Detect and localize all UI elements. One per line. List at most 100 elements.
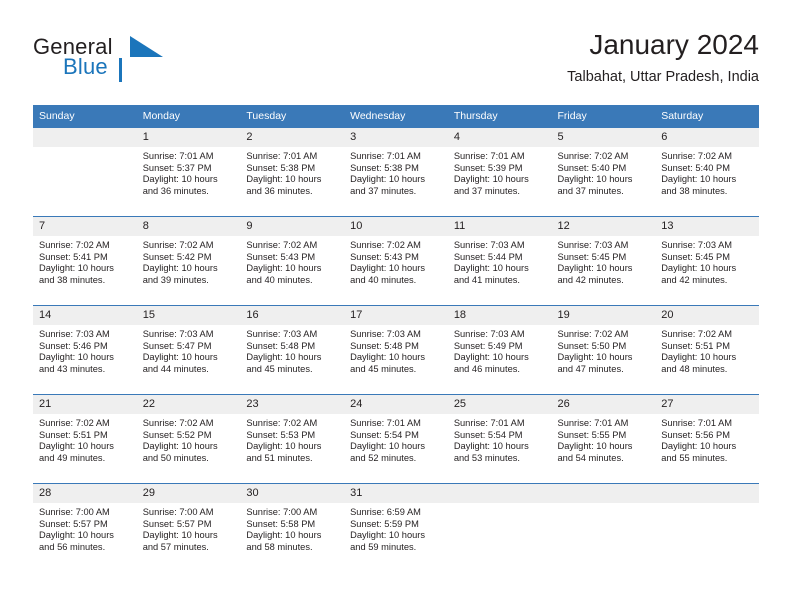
day-info-sunset: Sunset: 5:47 PM [142,340,212,351]
title-block: January 2024 Talbahat, Uttar Pradesh, In… [567,28,759,87]
day-cell-inner: 23 Sunrise: 7:02 AM Sunset: 5:53 PM Dayligh… [240,395,345,483]
day-info-daylight1: Daylight: 10 hours [661,441,737,452]
day-info-sunrise: Sunrise: 7:02 AM [246,418,318,428]
day-number: 5 [551,128,656,147]
day-cell-inner: 21 Sunrise: 7:02 AM Sunset: 5:51 PM Dayligh… [33,395,137,483]
day-info-daylight2: and 45 minutes. [246,363,313,374]
day-info-sunset: Sunset: 5:54 PM [350,429,419,440]
day-info-daylight2: and 43 minutes. [39,363,106,374]
day-info-sunset: Sunset: 5:42 PM [142,251,212,262]
day-info-sunset: Sunset: 5:58 PM [246,518,316,529]
day-info-daylight2: and 54 minutes. [557,452,624,463]
day-info-daylight2: and 53 minutes. [453,452,520,463]
calendar-day-cell[interactable]: 15 Sunrise: 7:03 AM Sunset: 5:47 PM Dayligh… [136,305,241,395]
day-cell-inner: 28 Sunrise: 7:00 AM Sunset: 5:57 PM Dayligh… [33,484,137,572]
day-info-daylight1: Daylight: 10 hours [661,263,737,274]
day-cell-inner: 15 Sunrise: 7:03 AM Sunset: 5:47 PM Dayligh… [136,306,241,394]
calendar-day-cell[interactable]: 1 Sunrise: 7:01 AM Sunset: 5:37 PM Daylight… [136,127,241,217]
day-sun-info: Sunrise: 7:02 AM Sunset: 5:52 PM Daylight:… [137,414,241,464]
day-sun-info: Sunrise: 6:59 AM Sunset: 5:59 PM Daylight:… [344,503,448,553]
day-number: 7 [33,217,137,236]
day-info-daylight2: and 42 minutes. [661,274,728,285]
day-sun-info: Sunrise: 7:02 AM Sunset: 5:53 PM Daylight:… [240,414,344,464]
day-info-daylight1: Daylight: 10 hours [246,530,322,541]
day-info-daylight2: and 59 minutes. [350,541,417,552]
calendar-day-cell[interactable]: 21 Sunrise: 7:02 AM Sunset: 5:51 PM Dayligh… [33,394,137,484]
calendar-day-cell[interactable]: 17 Sunrise: 7:03 AM Sunset: 5:48 PM Dayligh… [344,305,448,395]
day-info-daylight1: Daylight: 10 hours [246,441,322,452]
day-sun-info: Sunrise: 7:03 AM Sunset: 5:47 PM Daylight:… [137,325,241,375]
day-number: 2 [240,128,345,147]
calendar-day-cell[interactable]: 7 Sunrise: 7:02 AM Sunset: 5:41 PM Daylight… [33,216,137,306]
day-sun-info: Sunrise: 7:02 AM Sunset: 5:43 PM Daylight:… [344,236,448,286]
weekday-header-friday: Friday [551,105,656,128]
day-info-daylight1: Daylight: 10 hours [453,441,529,452]
day-info-sunset: Sunset: 5:55 PM [557,429,627,440]
calendar-day-cell[interactable]: 31 Sunrise: 6:59 AM Sunset: 5:59 PM Dayligh… [344,483,448,572]
day-number: 9 [240,217,345,236]
calendar-day-cell[interactable]: 20 Sunrise: 7:02 AM Sunset: 5:51 PM Dayligh… [655,305,759,395]
calendar-day-cell[interactable]: 13 Sunrise: 7:03 AM Sunset: 5:45 PM Dayligh… [655,216,759,306]
day-info-sunrise: Sunrise: 7:01 AM [350,151,421,161]
day-info-daylight2: and 40 minutes. [246,274,313,285]
calendar-day-cell[interactable]: 22 Sunrise: 7:02 AM Sunset: 5:52 PM Dayligh… [136,394,241,484]
calendar-day-cell[interactable]: 18 Sunrise: 7:03 AM Sunset: 5:49 PM Dayligh… [447,305,552,395]
day-number: 4 [447,128,552,147]
day-info-daylight2: and 36 minutes. [142,185,209,196]
calendar-day-cell[interactable]: 12 Sunrise: 7:03 AM Sunset: 5:45 PM Dayligh… [551,216,656,306]
calendar-day-cell[interactable]: 5 Sunrise: 7:02 AM Sunset: 5:40 PM Daylight… [551,127,656,217]
day-info-sunrise: Sunrise: 7:01 AM [246,151,318,161]
calendar-day-cell[interactable]: 8 Sunrise: 7:02 AM Sunset: 5:42 PM Daylight… [136,216,241,306]
day-info-daylight1: Daylight: 10 hours [453,263,529,274]
day-cell-inner: 14 Sunrise: 7:03 AM Sunset: 5:46 PM Dayligh… [33,306,137,394]
calendar-day-cell[interactable]: 11 Sunrise: 7:03 AM Sunset: 5:44 PM Dayligh… [447,216,552,306]
day-info-sunrise: Sunrise: 7:01 AM [142,151,214,161]
day-info-sunset: Sunset: 5:59 PM [350,518,419,529]
calendar-day-cell[interactable]: 2 Sunrise: 7:01 AM Sunset: 5:38 PM Daylight… [240,127,345,217]
calendar-day-cell[interactable]: 25 Sunrise: 7:01 AM Sunset: 5:54 PM Dayligh… [447,394,552,484]
calendar-day-cell[interactable]: 24 Sunrise: 7:01 AM Sunset: 5:54 PM Dayligh… [344,394,448,484]
day-number: 11 [447,217,552,236]
day-number: 23 [240,395,345,414]
day-info-sunrise: Sunrise: 7:02 AM [142,418,214,428]
calendar-day-cell[interactable]: 10 Sunrise: 7:02 AM Sunset: 5:43 PM Dayligh… [344,216,448,306]
calendar-day-cell[interactable]: 19 Sunrise: 7:02 AM Sunset: 5:50 PM Dayligh… [551,305,656,395]
calendar-day-cell[interactable]: 9 Sunrise: 7:02 AM Sunset: 5:43 PM Daylight… [240,216,345,306]
day-cell-inner: 30 Sunrise: 7:00 AM Sunset: 5:58 PM Dayligh… [240,484,345,572]
day-number: 8 [136,217,241,236]
calendar-day-cell[interactable]: 26 Sunrise: 7:01 AM Sunset: 5:55 PM Dayligh… [551,394,656,484]
day-sun-info: Sunrise: 7:02 AM Sunset: 5:41 PM Daylight:… [33,236,137,286]
day-info-sunrise: Sunrise: 7:03 AM [350,329,421,339]
calendar-day-cell[interactable]: 16 Sunrise: 7:03 AM Sunset: 5:48 PM Dayligh… [240,305,345,395]
calendar-day-cell[interactable]: 27 Sunrise: 7:01 AM Sunset: 5:56 PM Dayligh… [655,394,759,484]
day-cell-inner: 27 Sunrise: 7:01 AM Sunset: 5:56 PM Dayligh… [655,395,759,483]
day-info-daylight1: Daylight: 10 hours [350,441,426,452]
calendar-day-cell[interactable]: 23 Sunrise: 7:02 AM Sunset: 5:53 PM Dayligh… [240,394,345,484]
calendar-day-cell[interactable]: 6 Sunrise: 7:02 AM Sunset: 5:40 PM Daylight… [655,127,759,217]
day-info-daylight1: Daylight: 10 hours [39,263,114,274]
day-number: 25 [447,395,552,414]
day-info-sunrise: Sunrise: 7:01 AM [661,418,733,428]
day-info-sunset: Sunset: 5:43 PM [246,251,316,262]
calendar-day-cell[interactable]: 28 Sunrise: 7:00 AM Sunset: 5:57 PM Dayligh… [33,483,137,572]
day-info-sunset: Sunset: 5:41 PM [39,251,108,262]
calendar-day-cell[interactable]: 4 Sunrise: 7:01 AM Sunset: 5:39 PM Daylight… [447,127,552,217]
day-number: 28 [33,484,137,503]
calendar-day-cell[interactable]: 14 Sunrise: 7:03 AM Sunset: 5:46 PM Dayligh… [33,305,137,395]
day-info-daylight1: Daylight: 10 hours [350,352,426,363]
calendar-day-cell[interactable]: 30 Sunrise: 7:00 AM Sunset: 5:58 PM Dayligh… [240,483,345,572]
day-cell-inner: 10 Sunrise: 7:02 AM Sunset: 5:43 PM Dayligh… [344,217,448,305]
day-number: 17 [344,306,448,325]
day-cell-inner: 12 Sunrise: 7:03 AM Sunset: 5:45 PM Dayligh… [551,217,656,305]
day-info-sunset: Sunset: 5:53 PM [246,429,316,440]
day-info-sunset: Sunset: 5:48 PM [350,340,419,351]
day-info-daylight1: Daylight: 10 hours [557,441,633,452]
weekday-header-sunday: Sunday [33,105,137,128]
day-info-sunset: Sunset: 5:49 PM [453,340,523,351]
day-info-daylight1: Daylight: 10 hours [350,174,426,185]
day-info-daylight2: and 46 minutes. [453,363,520,374]
calendar-day-cell[interactable]: 3 Sunrise: 7:01 AM Sunset: 5:38 PM Daylight… [344,127,448,217]
day-number: 18 [447,306,552,325]
calendar-day-cell[interactable]: 29 Sunrise: 7:00 AM Sunset: 5:57 PM Dayligh… [136,483,241,572]
brand-logo[interactable]: General Blue [33,34,233,90]
